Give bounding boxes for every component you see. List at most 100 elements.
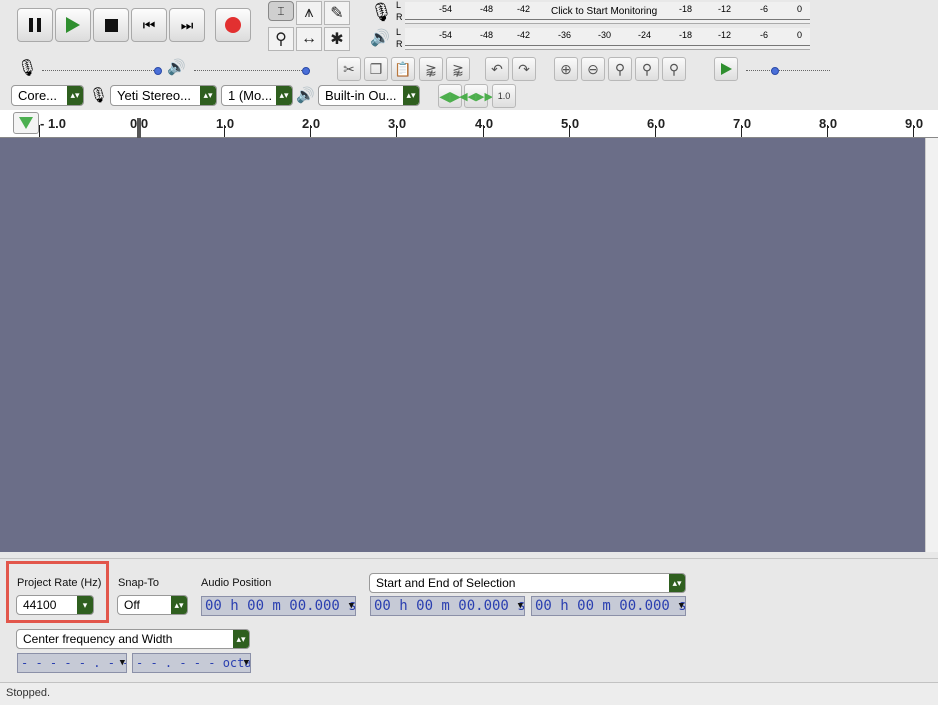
draw-tool[interactable]: ✎ bbox=[324, 1, 350, 25]
recording-meter[interactable]: -54 -48 -42 Click to Start Monitoring -1… bbox=[405, 2, 810, 24]
selection-end-field[interactable]: 00 h 00 m 00.000 s ▼ bbox=[531, 596, 686, 616]
track-area[interactable] bbox=[0, 138, 925, 552]
audio-position-label: Audio Position bbox=[201, 577, 272, 589]
play-icon bbox=[66, 17, 80, 33]
copy-button[interactable]: ❐ bbox=[364, 57, 388, 81]
silence-button[interactable]: ⪊ bbox=[446, 57, 470, 81]
recording-channels-select[interactable]: 1 (Mo... ▴▾ bbox=[221, 85, 293, 106]
skip-start-icon: ⏮ bbox=[142, 16, 156, 33]
project-rate-select[interactable]: 44100 ▾ bbox=[16, 595, 94, 615]
zoom-tool[interactable]: ⚲ bbox=[268, 27, 294, 51]
skip-to-start-button[interactable]: ⏮ bbox=[131, 8, 167, 42]
ruler-label: 8.0 bbox=[819, 116, 838, 131]
chevron-updown-icon: ▴▾ bbox=[669, 574, 685, 592]
playhead-marker[interactable] bbox=[137, 118, 141, 138]
redo-button[interactable]: ↷ bbox=[512, 57, 536, 81]
center-frequency-value: - - - - - . - - Hz bbox=[21, 656, 126, 670]
timeline-ruler[interactable]: - 1.0 0.0 1.0 2.0 3.0 4.0 5.0 6.0 7.0 8.… bbox=[0, 110, 938, 138]
rec-meter-r: R bbox=[396, 12, 403, 22]
meter-tick-label: -54 bbox=[439, 4, 453, 14]
snap-to-select[interactable]: Off ▴▾ bbox=[117, 595, 188, 615]
bandwidth-field[interactable]: - - . - - - octaves▼ bbox=[132, 653, 251, 673]
playback-device-select[interactable]: Built-in Ou... ▴▾ bbox=[318, 85, 420, 106]
pause-icon bbox=[29, 18, 41, 32]
ruler-tick bbox=[310, 125, 311, 137]
meter-tick-label: -30 bbox=[598, 30, 612, 40]
sync-lock-button[interactable]: 1.0 bbox=[492, 84, 516, 108]
audio-host-select[interactable]: Core... ▴▾ bbox=[11, 85, 84, 106]
multi-tool[interactable]: ✱ bbox=[324, 27, 350, 51]
fit-selection-button[interactable]: ⚲ bbox=[608, 57, 632, 81]
trim-button[interactable]: ⪊ bbox=[419, 57, 443, 81]
zoom-in-button[interactable]: ⊕ bbox=[554, 57, 578, 81]
meter-tick-label: 0 bbox=[797, 4, 803, 14]
play-button[interactable] bbox=[55, 8, 91, 42]
chevron-updown-icon: ▴▾ bbox=[171, 596, 187, 614]
clipboard-icon: 📋 bbox=[394, 60, 412, 77]
play-speed-knob[interactable] bbox=[771, 67, 779, 75]
recording-channels-value: 1 (Mo... bbox=[228, 88, 273, 103]
input-volume-knob[interactable] bbox=[154, 67, 162, 75]
skip-to-end-button[interactable]: ⏭ bbox=[169, 8, 205, 42]
vertical-scrollbar[interactable] bbox=[925, 138, 938, 552]
selection-mode-select[interactable]: Start and End of Selection ▴▾ bbox=[369, 573, 686, 593]
status-bar: Stopped. bbox=[0, 682, 938, 705]
pause-button[interactable] bbox=[17, 8, 53, 42]
playback-meter[interactable]: -54 -48 -42 -36 -30 -24 -18 -12 -6 0 bbox=[405, 28, 810, 50]
input-volume-slider[interactable] bbox=[42, 70, 160, 72]
spectral-mode-value: Center frequency and Width bbox=[23, 632, 173, 646]
meter-tick-label: -6 bbox=[760, 4, 769, 14]
undo-icon: ↶ bbox=[491, 60, 503, 77]
stop-icon bbox=[104, 18, 118, 32]
stop-button[interactable] bbox=[93, 8, 129, 42]
project-rate-value: 44100 bbox=[23, 598, 57, 612]
play-speed-slider[interactable] bbox=[746, 70, 830, 72]
ruler-tick bbox=[569, 125, 570, 137]
spectral-mode-select[interactable]: Center frequency and Width ▴▾ bbox=[16, 629, 250, 649]
output-volume-slider[interactable] bbox=[194, 70, 310, 72]
fit-project-button[interactable]: ⚲ bbox=[635, 57, 659, 81]
click-to-start-monitoring[interactable]: Click to Start Monitoring bbox=[551, 6, 657, 17]
cut-preview-long-button[interactable]: ◀◀▶▶ bbox=[459, 84, 493, 108]
zoom-out-button[interactable]: ⊖ bbox=[581, 57, 605, 81]
record-button[interactable] bbox=[215, 8, 251, 42]
meter-tick-label: -48 bbox=[480, 4, 494, 14]
meter-tick-label: -54 bbox=[439, 30, 453, 40]
zoom-toggle-button[interactable]: ⚲ bbox=[662, 57, 686, 81]
envelope-tool[interactable]: ⩚ bbox=[296, 1, 322, 25]
ruler-label: 7.0 bbox=[733, 116, 752, 131]
paste-button[interactable]: 📋 bbox=[391, 57, 415, 81]
cut-preview-long-icon: ◀◀▶▶ bbox=[459, 90, 493, 103]
meter-tick-label: -18 bbox=[679, 30, 693, 40]
meter-tick-row bbox=[405, 45, 810, 49]
play-at-speed-button[interactable] bbox=[714, 57, 738, 81]
double-arrow-icon: ↔ bbox=[301, 30, 317, 47]
time-shift-tool[interactable]: ↔ bbox=[296, 27, 322, 51]
snap-to-label: Snap-To bbox=[118, 577, 159, 589]
selection-mode-value: Start and End of Selection bbox=[376, 576, 516, 590]
input-volume-mic-icon: 🎙 bbox=[17, 60, 38, 77]
meter-tick-label: -24 bbox=[638, 30, 652, 40]
chevron-updown-icon: ▴▾ bbox=[200, 86, 216, 105]
fit-project-icon: ⚲ bbox=[641, 60, 653, 77]
cut-button[interactable]: ✂ bbox=[337, 57, 361, 81]
center-frequency-field[interactable]: - - - - - . - - Hz▼ bbox=[17, 653, 127, 673]
dropdown-arrow-icon: ▼ bbox=[517, 601, 523, 611]
ruler-tick bbox=[39, 125, 40, 137]
magnifier-icon: ⚲ bbox=[275, 31, 287, 48]
cut-preview-icon: ◀▶ bbox=[439, 87, 461, 104]
selection-tool[interactable]: ⌶ bbox=[268, 1, 294, 21]
output-volume-knob[interactable] bbox=[302, 67, 310, 75]
ruler-label: - 1.0 bbox=[40, 116, 67, 131]
timeline-options-button[interactable] bbox=[13, 112, 39, 134]
audio-position-field[interactable]: 00 h 00 m 00.000 s ▼ bbox=[201, 596, 356, 616]
chevron-updown-icon: ▴▾ bbox=[276, 86, 292, 105]
project-rate-label: Project Rate (Hz) bbox=[17, 577, 102, 589]
selection-start-field[interactable]: 00 h 00 m 00.000 s ▼ bbox=[370, 596, 525, 616]
recording-device-select[interactable]: Yeti Stereo... ▴▾ bbox=[110, 85, 217, 106]
fit-selection-icon: ⚲ bbox=[614, 60, 626, 77]
meter-tick-label: -42 bbox=[517, 30, 531, 40]
sync-lock-speed-icon: 1.0 bbox=[497, 91, 511, 101]
ruler-tick bbox=[741, 125, 742, 137]
undo-button[interactable]: ↶ bbox=[485, 57, 509, 81]
